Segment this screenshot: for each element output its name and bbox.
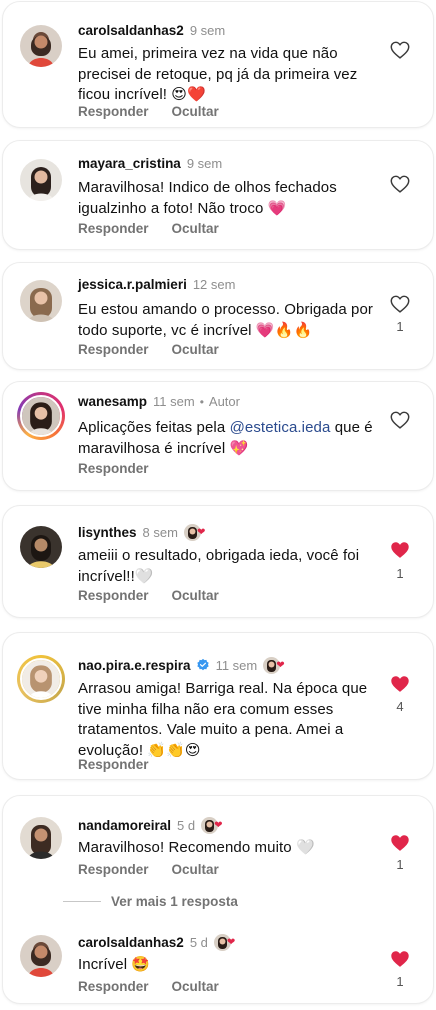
creator-liked-indicator: ❤ [201,816,227,834]
like-count: 4 [396,699,404,714]
story-avatar[interactable] [17,655,65,703]
comment-time: 5 d [189,934,208,950]
reply-button[interactable]: Responder [78,757,149,772]
like-heart-icon[interactable] [389,39,411,61]
reply-button[interactable]: Responder [78,104,149,119]
comment-text: Aplicações feitas pela @estetica.ieda qu… [78,418,378,459]
like-heart-icon[interactable] [389,293,411,315]
comment-username[interactable]: lisynthes [78,525,137,540]
liked-heart-icon[interactable] [389,948,411,970]
comment-text: ameiii o resultado, obrigada ieda, você … [78,547,360,585]
reply-button[interactable]: Responder [78,979,149,994]
creator-heart-icon: ❤ [226,937,236,948]
liked-heart-icon[interactable] [389,673,411,695]
hide-button[interactable]: Ocultar [172,588,219,603]
hide-button[interactable]: Ocultar [172,104,219,119]
comment-time: 9 sem [189,23,226,38]
comment-time: 9 sem [186,156,223,171]
author-badge: Autor [208,394,240,409]
creator-heart-icon: ❤ [196,527,206,538]
verified-badge-icon [196,658,210,672]
comment-username[interactable]: carolsaldanhas2 [78,23,184,38]
like-count: 1 [396,319,404,334]
comment-card: mayara_cristina 9 sem Maravilhosa! Indic… [2,140,434,250]
comment-username[interactable]: carolsaldanhas2 [78,935,184,950]
comment-card: nandamoreiral 5 d ❤ Maravilhoso! Recomen… [2,795,434,1004]
hide-button[interactable]: Ocultar [172,979,219,994]
comment-username[interactable]: mayara_cristina [78,156,181,171]
like-count: 1 [396,974,404,989]
comment-text: Incrível 🤩 [78,956,151,973]
hide-button[interactable]: Ocultar [172,862,219,877]
avatar[interactable] [20,935,62,977]
comment-card: wanesamp 11 sem • Autor Aplicações feita… [2,381,434,491]
view-more-replies-button[interactable]: Ver mais 1 resposta [63,894,238,909]
comment-text: Eu estou amando o processo. Obrigada por… [78,301,374,339]
hide-button[interactable]: Ocultar [172,221,219,236]
like-count: 1 [396,857,404,872]
comment-text: Maravilhoso! Recomendo muito 🤍 [78,839,315,856]
comment-text: Arrasou amiga! Barriga real. Na época qu… [78,680,368,759]
comment-username[interactable]: jessica.r.palmieri [78,277,187,292]
comment-username[interactable]: nandamoreiral [78,818,171,833]
avatar[interactable] [20,280,62,322]
creator-liked-indicator: ❤ [263,656,289,674]
comment-username[interactable]: nao.pira.e.respira [78,658,191,673]
view-more-replies-label: Ver mais 1 resposta [111,894,238,909]
avatar[interactable] [20,526,62,568]
avatar[interactable] [20,159,62,201]
story-avatar[interactable] [17,392,65,440]
hide-button[interactable]: Ocultar [172,342,219,357]
creator-heart-icon: ❤ [214,820,223,831]
avatar[interactable] [20,817,62,859]
comment-card: nao.pira.e.respira 11 sem ❤ Arrasou amig… [2,632,434,780]
comment-username[interactable]: wanesamp [78,394,147,409]
mention-link[interactable]: @estetica.ieda [230,419,331,436]
reply-button[interactable]: Responder [78,342,149,357]
thread-line [63,901,101,902]
liked-heart-icon[interactable] [389,539,411,561]
comment-time: 5 d [177,817,196,833]
liked-heart-icon[interactable] [389,832,411,854]
comment-time: 11 sem [153,394,195,409]
comment-card: carolsaldanhas2 9 sem Eu amei, primeira … [2,1,434,128]
reply-button[interactable]: Responder [78,221,149,236]
reply-button[interactable]: Responder [78,461,149,476]
comment-time: 12 sem [192,277,236,292]
comment-text-part: Aplicações feitas pela [78,419,230,436]
comment-card: lisynthes 8 sem ❤ ameiii o resultado, ob… [2,505,434,618]
comment-time: 8 sem [142,524,178,540]
like-heart-icon[interactable] [389,409,411,431]
reply-button[interactable]: Responder [78,588,149,603]
separator-dot: • [199,394,204,409]
reply-button[interactable]: Responder [78,862,149,877]
comment-text: Eu amei, primeira vez na vida que não pr… [78,45,358,103]
creator-liked-indicator: ❤ [213,933,240,951]
creator-heart-icon: ❤ [276,660,285,671]
avatar[interactable] [20,25,62,67]
comment-text: Maravilhosa! Indico de olhos fechados ig… [78,179,337,217]
like-heart-icon[interactable] [389,173,411,195]
comment-card: jessica.r.palmieri 12 sem Eu estou amand… [2,262,434,370]
comment-time: 11 sem [215,657,258,673]
like-count: 1 [396,566,404,581]
creator-liked-indicator: ❤ [183,523,210,541]
